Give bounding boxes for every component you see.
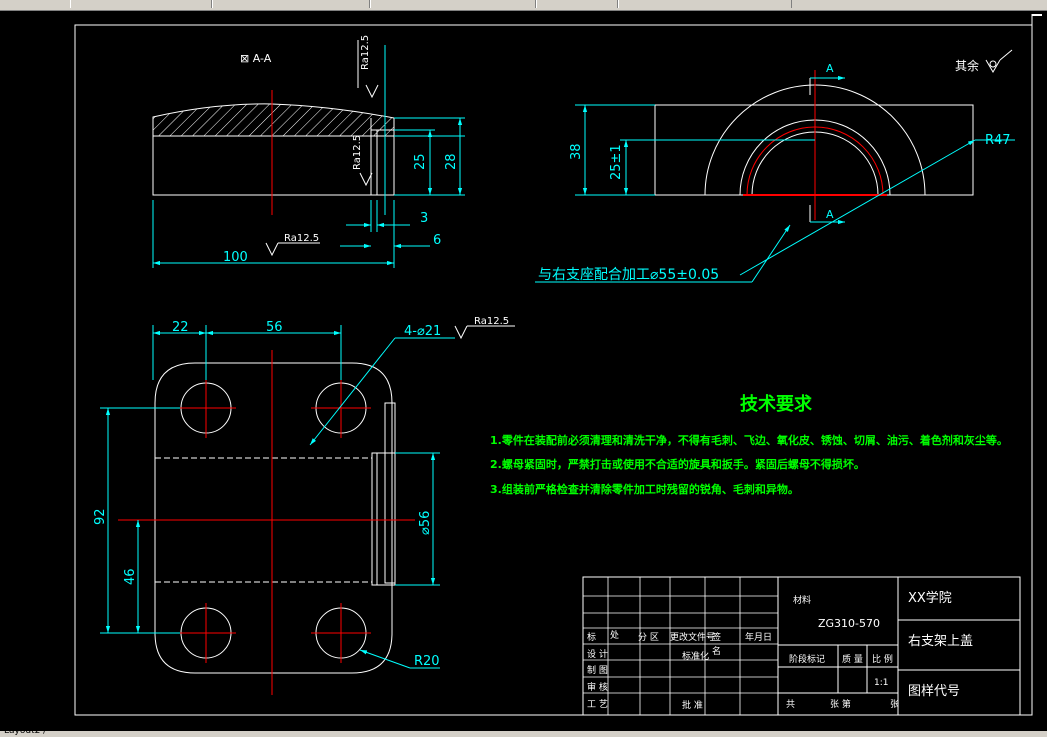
front-view: A A 38 25±1 R47 与右支座配合加工⌀55±0.05 其余: [535, 49, 1015, 283]
svg-text:张 第: 张 第: [830, 698, 851, 710]
tech-requirements: 技术要求 1.零件在装配前必须清理和清洗干净，不得有毛刺、飞边、氧化皮、锈蚀、切…: [490, 393, 1008, 496]
dim-56: 56: [266, 320, 283, 335]
svg-text:工 艺: 工 艺: [587, 699, 608, 710]
svg-text:批 准: 批 准: [682, 699, 703, 711]
plan-view: 22 56 4-⌀21 Ra12.5 92 46 ⌀56 R20: [93, 316, 515, 695]
toolbar-tab[interactable]: [70, 0, 212, 8]
fit-note: 与右支座配合加工⌀55±0.05: [538, 267, 719, 283]
svg-text:Ra12.5: Ra12.5: [360, 35, 371, 70]
border-mark: [1032, 14, 1042, 16]
tech-line-2: 2.螺母紧固时，严禁打击或使用不合适的旋具和扳手。紧固后螺母不得损坏。: [490, 457, 865, 471]
toolbar-tab[interactable]: [618, 0, 792, 8]
svg-text:签: 签: [712, 631, 721, 643]
dim-r47: R47: [985, 133, 1011, 148]
dim-r20: R20: [414, 654, 440, 669]
dim-46: 46: [123, 568, 138, 585]
svg-text:阶段标记: 阶段标记: [789, 653, 825, 665]
roughness-holes: Ra12.5: [474, 316, 509, 327]
remaining-roughness-icon: [985, 59, 1001, 73]
tb-material-label: 材料: [793, 594, 811, 606]
dim-100: 100: [223, 250, 248, 265]
tech-line-1: 1.零件在装配前必须清理和清洗干净，不得有毛刺、飞边、氧化皮、锈蚀、切屑、油污、…: [490, 433, 1008, 447]
svg-text:张: 张: [890, 699, 899, 710]
dim-92: 92: [93, 508, 108, 525]
layout-tab-label[interactable]: Layout2 /: [4, 726, 46, 736]
dim-25: 25: [413, 153, 428, 170]
dim-6: 6: [433, 233, 441, 248]
status-bar: Layout2 /: [0, 726, 1047, 737]
svg-text:比 例: 比 例: [872, 653, 893, 665]
tb-drawing-no: 图样代号: [908, 684, 960, 699]
svg-text:年月日: 年月日: [745, 631, 772, 643]
svg-text:质 量: 质 量: [842, 653, 863, 665]
dim-3: 3: [420, 211, 428, 226]
roughness-symbol-top: Ra12.5: [357, 35, 379, 99]
svg-text:Ra12.5: Ra12.5: [352, 135, 363, 170]
toolbar-tab[interactable]: [212, 0, 370, 8]
dim-holes: 4-⌀21: [404, 324, 441, 339]
section-title: ⊠ A-A: [240, 52, 272, 65]
svg-text:处: 处: [610, 629, 619, 641]
svg-text:分 区: 分 区: [638, 632, 659, 643]
title-block: 材料 ZG310-570 XX学院 右支架上盖 图样代号 标 处 分 区 更改文…: [582, 576, 1021, 716]
drawing-canvas[interactable]: ⊠ A-A Ra12.5 Ra12.5 Ra12.5 100 3 6 25 28…: [0, 10, 1047, 731]
tech-title: 技术要求: [740, 393, 813, 415]
dim-phi56: ⌀56: [418, 511, 433, 535]
svg-text:名: 名: [712, 645, 721, 657]
svg-text:标准化: 标准化: [682, 650, 709, 662]
cut-label-top: A: [826, 62, 834, 75]
toolbar-tab[interactable]: [536, 0, 618, 8]
cut-label-bottom: A: [826, 208, 834, 221]
tech-line-3: 3.组装前严格检查并清除零件加工时残留的锐角、毛刺和异物。: [490, 482, 799, 496]
svg-text:更改文件号: 更改文件号: [670, 631, 715, 643]
tb-school: XX学院: [908, 590, 952, 606]
toolbar-tab[interactable]: [370, 0, 536, 8]
svg-text:Ra12.5: Ra12.5: [284, 233, 319, 244]
svg-text:设 计: 设 计: [587, 648, 608, 660]
svg-text:标: 标: [587, 631, 596, 643]
svg-text:审 核: 审 核: [587, 681, 608, 693]
section-view: ⊠ A-A Ra12.5 Ra12.5 Ra12.5 100 3 6 25 28: [152, 35, 465, 268]
remaining-roughness-label: 其余: [955, 58, 979, 73]
roughness-symbol-bottom: Ra12.5: [265, 233, 320, 257]
tb-part-name: 右支架上盖: [908, 634, 973, 649]
svg-text:共: 共: [786, 699, 795, 710]
tb-material: ZG310-570: [818, 617, 880, 630]
roughness-symbol-side: Ra12.5: [352, 135, 373, 187]
dim-28: 28: [444, 153, 459, 170]
dim-22: 22: [172, 320, 189, 335]
svg-text:1:1: 1:1: [874, 678, 888, 688]
dim-25-tol: 25±1: [609, 144, 624, 180]
svg-text:制 图: 制 图: [587, 664, 608, 676]
dim-38: 38: [569, 143, 584, 160]
